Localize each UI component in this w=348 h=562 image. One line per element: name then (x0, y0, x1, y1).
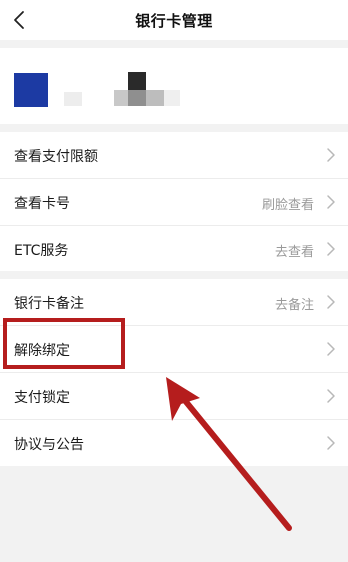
blurred-card-info (64, 92, 82, 106)
chevron-right-icon (327, 295, 335, 309)
row-payment-limit[interactable]: 查看支付限额 (0, 132, 348, 179)
blurred-card-info (114, 90, 128, 106)
row-label: 解除绑定 (14, 343, 70, 359)
chevron-right-icon (327, 436, 335, 450)
row-value: 去查看 (274, 245, 314, 260)
divider-gap (0, 124, 348, 132)
nav-header: 银行卡管理 (0, 0, 348, 40)
chevron-right-icon (327, 195, 335, 209)
card-settings-section: 查看支付限额 查看卡号 刷脸查看 ETC服务 去查看 (0, 132, 348, 272)
blurred-card-info (128, 90, 146, 106)
row-payment-lock[interactable]: 支付锁定 (0, 373, 348, 420)
row-label: 支付锁定 (14, 390, 70, 406)
chevron-right-icon (327, 148, 335, 162)
row-label: ETC服务 (14, 243, 69, 259)
blurred-card-info (164, 90, 180, 106)
bank-card-management-page: 银行卡管理 查看支付限额 查看卡号 刷脸查看 ETC服务 去查看 银行卡备注 去… (0, 0, 348, 562)
row-label: 查看卡号 (14, 196, 70, 212)
bank-logo (14, 73, 48, 107)
row-label: 协议与公告 (14, 437, 84, 453)
divider-gap (0, 40, 348, 48)
card-actions-section: 银行卡备注 去备注 解除绑定 支付锁定 协议与公告 (0, 279, 348, 466)
divider-gap (0, 271, 348, 279)
row-card-number[interactable]: 查看卡号 刷脸查看 (0, 179, 348, 226)
row-agreements[interactable]: 协议与公告 (0, 420, 348, 466)
row-label: 查看支付限额 (14, 149, 98, 165)
row-value: 刷脸查看 (261, 198, 314, 213)
bank-card-info (0, 48, 348, 124)
row-card-note[interactable]: 银行卡备注 去备注 (0, 279, 348, 326)
row-label: 银行卡备注 (14, 296, 84, 312)
chevron-right-icon (327, 342, 335, 356)
row-value: 去备注 (274, 298, 314, 313)
row-etc-service[interactable]: ETC服务 去查看 (0, 226, 348, 272)
chevron-right-icon (327, 389, 335, 403)
page-title: 银行卡管理 (135, 12, 213, 30)
row-unbind-card[interactable]: 解除绑定 (0, 326, 348, 373)
blurred-card-info (128, 72, 146, 90)
chevron-right-icon (327, 242, 335, 256)
blurred-card-info (146, 90, 164, 106)
